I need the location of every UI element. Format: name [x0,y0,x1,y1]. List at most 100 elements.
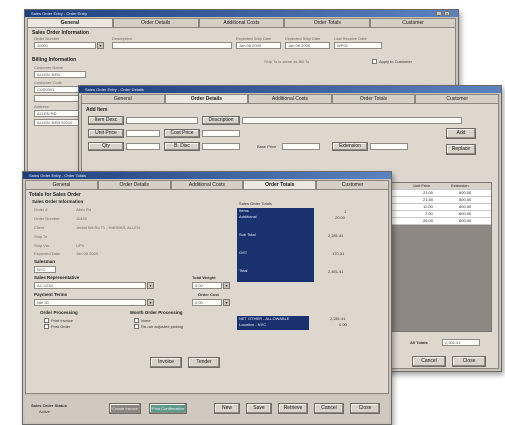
front-window-title: Sales Order Entry - Order Totals [29,173,87,178]
order-cost-label: Order Cost [198,292,219,297]
order-status-label: Sales Order Status [31,403,67,408]
front-footer: Sales Order Status Active Create Invoice… [25,396,389,422]
order-number-field[interactable]: 10001 [34,42,96,49]
balance-row-label: Location - NYC [239,322,267,327]
info-value: UPS [76,243,85,248]
extension-cell: 600.00 [459,211,472,216]
cancel-button[interactable]: Cancel [412,356,446,367]
tab-general[interactable]: General [27,18,113,27]
base-price-label: Base Price [257,144,277,149]
apply-customer-label: Apply to Customer [379,59,412,64]
description-label: Description [112,36,133,41]
none-checkbox[interactable] [134,318,139,323]
order-number-dropdown[interactable]: ▾ [97,42,104,49]
order-cost-field: 0.00 [192,299,222,306]
expected-ship-date-field[interactable]: Jan 08 2009 [236,42,281,49]
unit-price-cell: 11.00 [423,204,433,209]
create-invoice-button[interactable]: Create Invoice [109,403,141,414]
reprocess-checkbox[interactable] [134,324,139,329]
totals-row-label: Additional [239,214,257,219]
print-confirmation-button[interactable]: Print Confirmation [149,403,187,414]
tab-customer[interactable]: Customer [316,180,389,189]
sales-rep-field[interactable]: AC-1234 [34,282,146,289]
post-order-checkbox[interactable] [44,324,49,329]
retrieve-button[interactable]: Retrieve [278,403,308,414]
front-tab-bar: General Order Details Additional Costs O… [25,180,389,189]
back-window-titlebar: Sales Order Entry - Order Entry _ × [25,10,458,17]
description-button[interactable]: Description [202,116,240,125]
b-disc-field[interactable] [202,143,240,150]
print-invoice-checkbox[interactable] [44,318,49,323]
save-button[interactable]: Save [246,403,272,414]
middle-window-titlebar: Sales Order Entry - Order Details [79,86,501,93]
tab-order-details[interactable]: Order Details [164,94,249,103]
close-button[interactable]: Close [452,356,486,367]
description-field[interactable] [242,117,462,124]
back-tab-bar: General Order Details Additional Costs O… [27,18,456,27]
expected-ship-date-2-field[interactable]: Jan 08 2009 [285,42,330,49]
item-desc-button[interactable]: Item Desc [88,116,124,125]
info-label: Expected Date [34,251,61,256]
apply-customer-checkbox[interactable] [372,59,377,64]
billing-info-header: Billing Information [32,57,77,63]
replace-button[interactable]: Replace [446,144,476,155]
total-weight-field: 0.00 [192,282,222,289]
tab-order-details[interactable]: Order Details [97,180,171,189]
item-desc-field[interactable] [126,117,198,124]
cost-price-field[interactable] [202,130,240,137]
tab-order-totals[interactable]: Order Totals [243,180,317,189]
totals-row-value: 20.00 [335,215,346,220]
tab-order-details[interactable]: Order Details [112,18,199,27]
description-field[interactable] [112,42,232,49]
new-button[interactable]: New [214,403,240,414]
minimize-icon[interactable]: _ [436,11,442,16]
tab-customer[interactable]: Customer [415,94,499,103]
close-button[interactable]: Close [350,403,380,414]
info-value: Allen Rd [76,207,92,212]
tab-additional-costs[interactable]: Additional Costs [248,94,332,103]
tab-customer[interactable]: Customer [370,18,456,27]
month-end-label: Month Order Processing [130,310,183,315]
tab-general[interactable]: General [25,180,98,189]
add-button[interactable]: Add [446,128,476,139]
last-receive-date-field[interactable]: WPGI [334,42,382,49]
sales-order-info-subtitle: Sales Order Information [32,199,84,204]
tab-additional-costs[interactable]: Additional Costs [198,18,285,27]
info-value: Jan 08 2009 [76,251,99,256]
info-value: 11449 [76,216,87,221]
tab-order-totals[interactable]: Order Totals [331,94,416,103]
extension-field[interactable] [370,143,408,150]
cost-price-button[interactable]: Cost Price [164,129,200,138]
tender-button[interactable]: Tender [188,357,220,368]
qty-button[interactable]: Qty [88,142,124,151]
balance-row-value: 2,281.41 [330,316,346,321]
b-disc-button[interactable]: B. Disc [164,142,200,151]
cancel-button[interactable]: Cancel [314,403,344,414]
salesman-field[interactable]: NYC [34,266,56,273]
total-weight-dropdown[interactable]: ▾ [223,282,230,289]
payment-terms-label: Payment Terms [34,292,68,297]
all-totals-label: All Totals [410,340,428,345]
extension-cell: 600.00 [459,204,472,209]
middle-window-title: Sales Order Entry - Order Details [85,87,144,92]
invoice-button[interactable]: Invoice [150,357,182,368]
unit-price-field[interactable] [126,130,160,137]
tab-additional-costs[interactable]: Additional Costs [170,180,244,189]
payment-terms-dropdown[interactable]: ▾ [147,299,154,306]
address-label: Address [34,104,49,109]
close-icon[interactable]: × [444,11,450,16]
customer-name-field[interactable]: ALLEN, BEN [34,71,86,78]
tab-general[interactable]: General [81,94,165,103]
last-receive-date-label: Last Receive Date [334,36,367,41]
payment-terms-field[interactable]: Net 30 [34,299,146,306]
base-price-field[interactable] [282,143,320,150]
sales-rep-dropdown[interactable]: ▾ [147,282,154,289]
qty-field[interactable] [126,143,160,150]
unit-price-button[interactable]: Unit Price [88,129,124,138]
salesman-label: Salesman [34,259,56,264]
totals-row-value: 2,281.41 [328,233,344,238]
extension-button[interactable]: Extension [332,142,368,151]
totals-header: Sales Order Totals [239,201,272,206]
tab-order-totals[interactable]: Order Totals [284,18,371,27]
order-cost-dropdown[interactable]: ▾ [223,299,230,306]
